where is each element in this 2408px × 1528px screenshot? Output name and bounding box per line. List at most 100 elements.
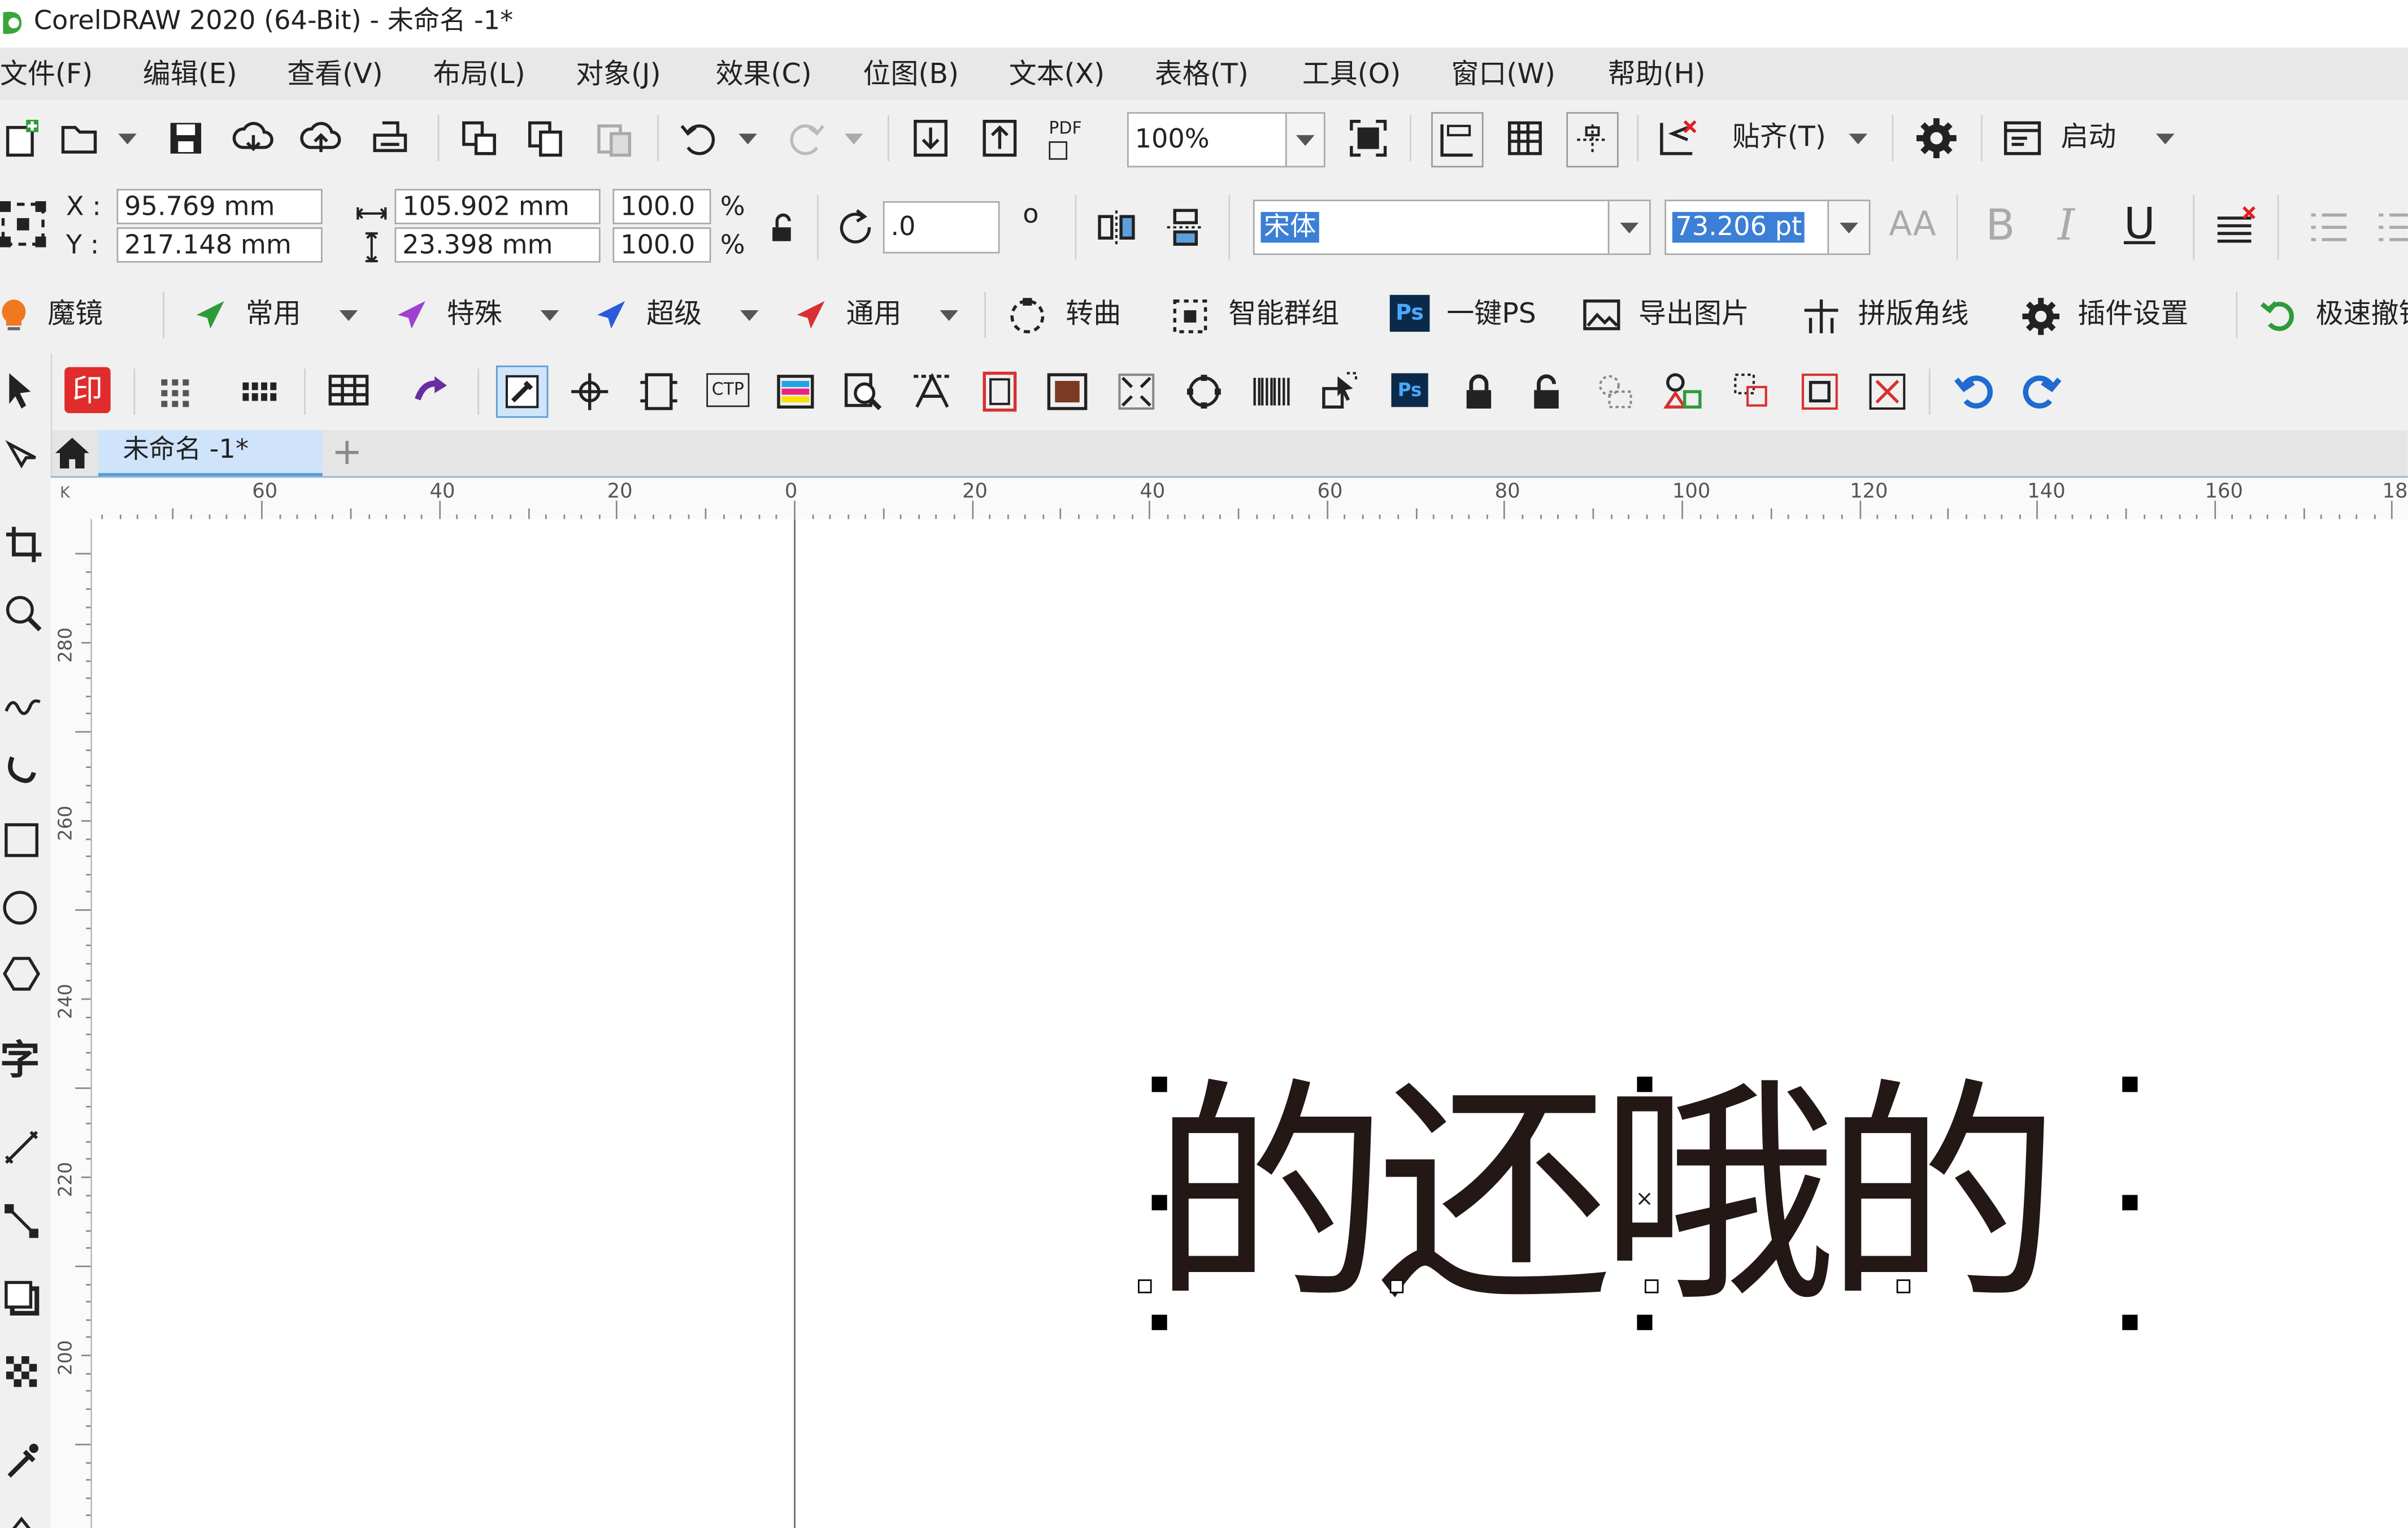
menu-layout[interactable]: 布局(L): [433, 60, 525, 89]
print-icon[interactable]: [367, 115, 414, 162]
interactive-fill-tool-icon[interactable]: [0, 1502, 46, 1528]
menu-edit[interactable]: 编辑(E): [143, 60, 237, 89]
y-position-field[interactable]: 217.148 mm: [116, 227, 323, 263]
scale-y-field[interactable]: 100.0: [612, 227, 711, 263]
numbered-list-icon[interactable]: [2374, 204, 2408, 250]
open-dropdown-icon[interactable]: [118, 133, 137, 145]
x-position-field[interactable]: 95.769 mm: [116, 189, 323, 224]
add-tab-button[interactable]: +: [325, 433, 368, 473]
menu-window[interactable]: 窗口(W): [1451, 60, 1555, 89]
magic-mirror-button[interactable]: 魔镜: [0, 295, 138, 335]
publish-pdf-button[interactable]: PDF: [1044, 117, 1096, 160]
eyedropper-tool-icon[interactable]: [495, 365, 549, 418]
character-node[interactable]: [1389, 1279, 1404, 1293]
cmyk-color-icon[interactable]: [772, 368, 819, 415]
bold-button[interactable]: B: [1985, 203, 2015, 247]
menu-text[interactable]: 文本(X): [1009, 60, 1105, 89]
red-frame-icon[interactable]: [977, 368, 1023, 415]
pick-tool-icon[interactable]: [0, 368, 46, 415]
selection-handle[interactable]: [2122, 1314, 2138, 1330]
import-file-icon[interactable]: [907, 115, 954, 162]
font-family-dropdown-button[interactable]: [1607, 199, 1651, 255]
artistic-media-tool-icon[interactable]: [0, 749, 46, 796]
general-tools-button[interactable]: 通用: [794, 295, 966, 335]
menu-file[interactable]: 文件(F): [0, 60, 93, 89]
rotation-center-mark[interactable]: ×: [1636, 1189, 1654, 1210]
character-node[interactable]: [1644, 1279, 1659, 1293]
open-folder-icon[interactable]: [57, 115, 103, 162]
color-shapes-icon[interactable]: [1660, 368, 1706, 415]
select-arrow-box-icon[interactable]: [1318, 368, 1364, 415]
selection-handle[interactable]: [1151, 1076, 1167, 1092]
bullet-list-icon[interactable]: [2306, 204, 2353, 250]
mirror-vertical-icon[interactable]: [1163, 204, 1209, 250]
rotation-angle-field[interactable]: .0: [883, 201, 1000, 254]
selection-handle[interactable]: [1151, 1195, 1167, 1210]
menu-bitmaps[interactable]: 位图(B): [863, 60, 959, 89]
object-origin-icon[interactable]: [0, 201, 46, 248]
menu-table[interactable]: 表格(T): [1155, 60, 1249, 89]
menu-effects[interactable]: 效果(C): [716, 60, 812, 89]
crosshair-icon[interactable]: [567, 368, 613, 415]
italic-button[interactable]: I: [2058, 203, 2075, 247]
grid-dense-icon[interactable]: [238, 368, 284, 415]
snap-off-icon[interactable]: [1655, 115, 1702, 162]
crop-tool-icon[interactable]: [0, 522, 46, 568]
object-width-field[interactable]: 105.902 mm: [394, 189, 601, 224]
shrink-icon[interactable]: [1114, 368, 1160, 415]
new-document-icon[interactable]: [0, 115, 46, 162]
selection-handle[interactable]: [2122, 1195, 2138, 1210]
circle-nodes-icon[interactable]: [1181, 368, 1227, 415]
selection-handle[interactable]: [1637, 1314, 1653, 1330]
stamp-icon[interactable]: 印: [64, 367, 111, 414]
launch-dropdown-icon[interactable]: [2156, 133, 2175, 145]
show-grid-icon[interactable]: [1502, 115, 1548, 162]
redo-dropdown-icon[interactable]: [844, 133, 863, 145]
font-size-field[interactable]: 73.206 pt: [1664, 199, 1831, 255]
delete-frame-icon[interactable]: [1864, 368, 1911, 415]
special-tools-button[interactable]: 特殊: [395, 295, 567, 335]
selection-handle[interactable]: [2122, 1076, 2138, 1092]
super-tools-button[interactable]: 超级: [594, 295, 766, 335]
export-image-button[interactable]: 导出图片: [1582, 295, 1766, 335]
table-layout-icon[interactable]: [325, 368, 372, 415]
selection-handle[interactable]: [1637, 1076, 1653, 1092]
rectangle-tool-icon[interactable]: [0, 817, 46, 863]
menu-tools[interactable]: 工具(O): [1302, 60, 1401, 89]
ruler-origin-corner[interactable]: K: [60, 486, 70, 502]
vertical-ruler[interactable]: 280 260 240 220 200: [50, 519, 93, 1528]
drawing-canvas[interactable]: 的还哦的 ×: [92, 519, 2408, 1528]
menu-view[interactable]: 查看(V): [287, 60, 383, 89]
redo-icon[interactable]: [783, 115, 829, 162]
font-size-dropdown-button[interactable]: [1827, 199, 1871, 255]
menu-help[interactable]: 帮助(H): [1608, 60, 1706, 89]
smart-group-button[interactable]: 智能群组: [1170, 295, 1351, 335]
unlock-icon[interactable]: [1523, 368, 1570, 415]
show-rulers-icon[interactable]: [1431, 112, 1484, 168]
fast-undo-button[interactable]: 极速撤销: [2261, 295, 2408, 335]
character-node[interactable]: [1896, 1279, 1911, 1293]
character-node[interactable]: [1138, 1279, 1152, 1293]
scatter-select-icon[interactable]: [1729, 368, 1775, 415]
undo-icon[interactable]: [676, 115, 722, 162]
zoom-fit-icon[interactable]: [1345, 115, 1392, 162]
options-gear-icon[interactable]: [1914, 115, 1960, 162]
font-scaling-button[interactable]: AA: [1889, 208, 1936, 243]
one-key-ps-button[interactable]: Ps 一键PS: [1389, 294, 1544, 335]
zoom-level-input[interactable]: 100%: [1127, 112, 1287, 168]
transform-arrow-icon[interactable]: [411, 368, 458, 415]
page-frame-icon[interactable]: [636, 368, 682, 415]
object-height-field[interactable]: 23.398 mm: [394, 227, 601, 263]
text-tool-icon[interactable]: 字: [0, 1041, 40, 1082]
photoshop-small-icon[interactable]: Ps: [1391, 373, 1428, 407]
snap-dropdown-icon[interactable]: [1849, 133, 1868, 145]
undo-blue-icon[interactable]: [1952, 368, 1998, 415]
font-family-field[interactable]: 宋体: [1253, 199, 1610, 255]
frame-red-icon[interactable]: [1797, 368, 1843, 415]
lock-ratio-icon[interactable]: [759, 204, 805, 250]
mirror-horizontal-icon[interactable]: [1093, 204, 1140, 250]
magnify-page-icon[interactable]: [840, 368, 886, 415]
export-file-icon[interactable]: [977, 115, 1023, 162]
polygon-tool-icon[interactable]: [0, 952, 46, 999]
text-frame-icon[interactable]: [909, 368, 955, 415]
